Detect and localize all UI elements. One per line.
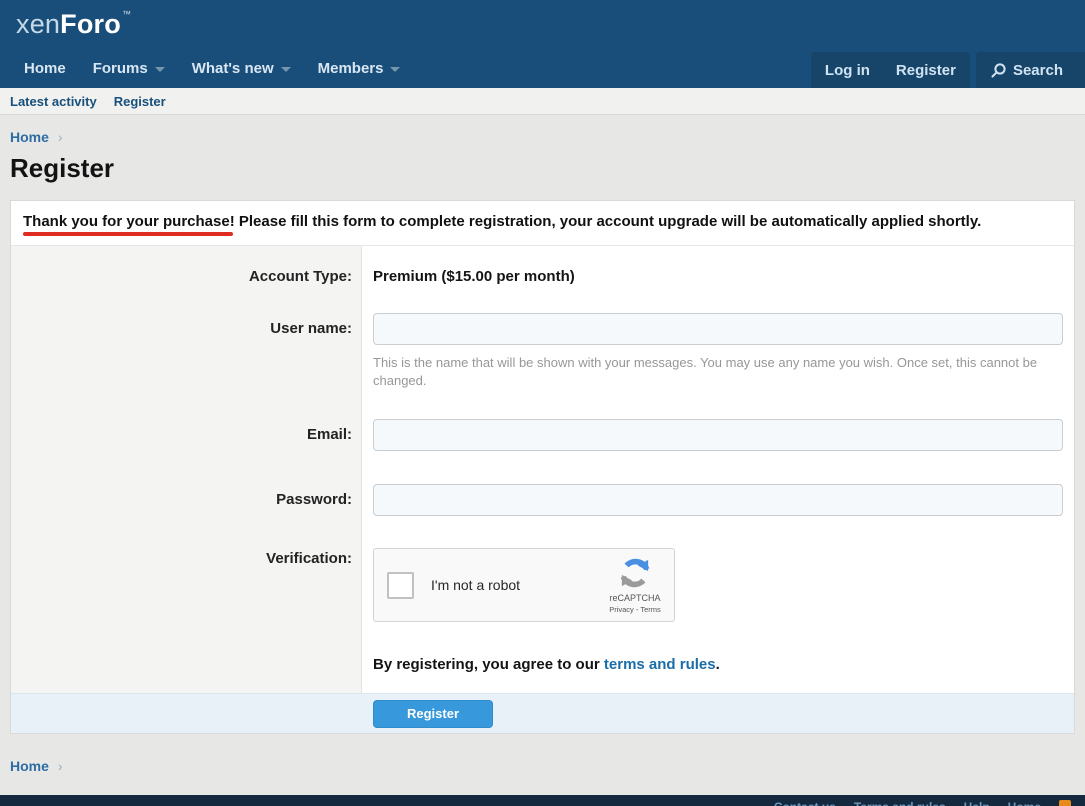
account-type-value: Premium ($15.00 per month): [362, 268, 1074, 285]
recaptcha-logo-icon: [620, 558, 650, 588]
breadcrumb-separator-icon: ›: [58, 758, 63, 774]
nav-item-whats-new[interactable]: What's new: [192, 60, 291, 77]
username-row: User name: This is the name that will be…: [11, 313, 1074, 389]
nav-item-label: What's new: [192, 60, 274, 77]
rss-icon[interactable]: [1059, 800, 1071, 806]
recaptcha-checkbox[interactable]: [387, 572, 414, 599]
purchase-notice-highlight: Thank you for your purchase!: [23, 213, 235, 230]
chevron-down-icon: [390, 67, 400, 72]
nav-item-label: Home: [24, 60, 66, 77]
recaptcha-brand: reCAPTCHA Privacy - Terms: [604, 558, 666, 614]
nav-item-home[interactable]: Home: [24, 60, 66, 77]
verification-row: Verification: I'm not a robot: [11, 548, 1074, 622]
recaptcha-brand-name: reCAPTCHA: [604, 593, 666, 603]
recaptcha-widget: I'm not a robot reCAPTCHA Privacy - Term…: [373, 548, 675, 622]
search-label: Search: [1013, 62, 1063, 79]
breadcrumb-bottom: Home ›: [10, 758, 1075, 774]
breadcrumb-home-link[interactable]: Home: [10, 758, 49, 774]
main-nav: Home Forums What's new Members: [24, 48, 427, 88]
footer-contact-us-link[interactable]: Contact us: [774, 800, 836, 806]
verification-label: Verification:: [11, 548, 362, 622]
breadcrumb-separator-icon: ›: [58, 129, 63, 145]
site-header: xenForo™ Home Forums What's new Members: [0, 0, 1085, 88]
purchase-notice-rest: Please fill this form to complete regist…: [235, 213, 982, 230]
username-input[interactable]: [373, 313, 1063, 345]
username-label: User name:: [11, 313, 362, 389]
nav-item-label: Members: [318, 60, 384, 77]
logo-trademark: ™: [122, 9, 131, 19]
nav-item-forums[interactable]: Forums: [93, 60, 165, 77]
content-area: Home › Register Thank you for your purch…: [0, 129, 1085, 774]
page: xenForo™ Home Forums What's new Members: [0, 0, 1085, 806]
agreement-period: .: [716, 656, 720, 673]
password-label: Password:: [11, 484, 362, 516]
site-footer: Contact us Terms and rules Help Home: [0, 795, 1085, 806]
username-help-text: This is the name that will be shown with…: [373, 354, 1063, 389]
breadcrumb: Home ›: [10, 129, 1075, 145]
logo-foro: Foro: [60, 9, 121, 39]
agreement-text: By registering, you agree to our: [373, 656, 604, 673]
xenforo-logo[interactable]: xenForo™: [16, 9, 131, 40]
agreement-row: By registering, you agree to our terms a…: [11, 656, 1074, 673]
recaptcha-checkbox-label: I'm not a robot: [431, 577, 520, 593]
nav-item-members[interactable]: Members: [318, 60, 401, 77]
registration-form: Thank you for your purchase! Please fill…: [10, 200, 1075, 734]
nav-item-label: Forums: [93, 60, 148, 77]
account-type-label: Account Type:: [11, 268, 362, 285]
account-type-row: Account Type: Premium ($15.00 per month): [11, 268, 1074, 285]
subnav-latest-activity[interactable]: Latest activity: [10, 94, 97, 109]
sub-nav: Latest activity Register: [0, 88, 1085, 115]
footer-home-link[interactable]: Home: [1008, 800, 1041, 806]
login-button[interactable]: Log in: [823, 62, 872, 79]
footer-help-link[interactable]: Help: [964, 800, 990, 806]
register-button[interactable]: Register: [894, 62, 958, 79]
password-input[interactable]: [373, 484, 1063, 516]
password-row: Password:: [11, 484, 1074, 516]
form-body: Account Type: Premium ($15.00 per month)…: [11, 246, 1074, 693]
search-button[interactable]: Search: [976, 52, 1085, 88]
visitor-tabs: Log in Register Search: [811, 48, 1085, 88]
footer-terms-link[interactable]: Terms and rules: [854, 800, 946, 806]
register-submit-button[interactable]: Register: [373, 700, 493, 728]
main-nav-row: Home Forums What's new Members Log in: [0, 48, 1085, 88]
search-icon: [991, 63, 1006, 78]
page-title: Register: [10, 153, 1075, 184]
subnav-register[interactable]: Register: [114, 94, 166, 109]
chevron-down-icon: [281, 67, 291, 72]
terms-and-rules-link[interactable]: terms and rules: [604, 656, 716, 673]
submit-row: Register: [11, 693, 1074, 733]
breadcrumb-home-link[interactable]: Home: [10, 129, 49, 145]
recaptcha-privacy-terms-links[interactable]: Privacy - Terms: [604, 605, 666, 614]
email-row: Email:: [11, 419, 1074, 451]
logo-row: xenForo™: [0, 0, 1085, 48]
logo-xen: xen: [16, 9, 60, 39]
auth-tabs: Log in Register: [811, 52, 970, 88]
purchase-notice: Thank you for your purchase! Please fill…: [11, 201, 1074, 246]
email-input[interactable]: [373, 419, 1063, 451]
chevron-down-icon: [155, 67, 165, 72]
email-label: Email:: [11, 419, 362, 451]
